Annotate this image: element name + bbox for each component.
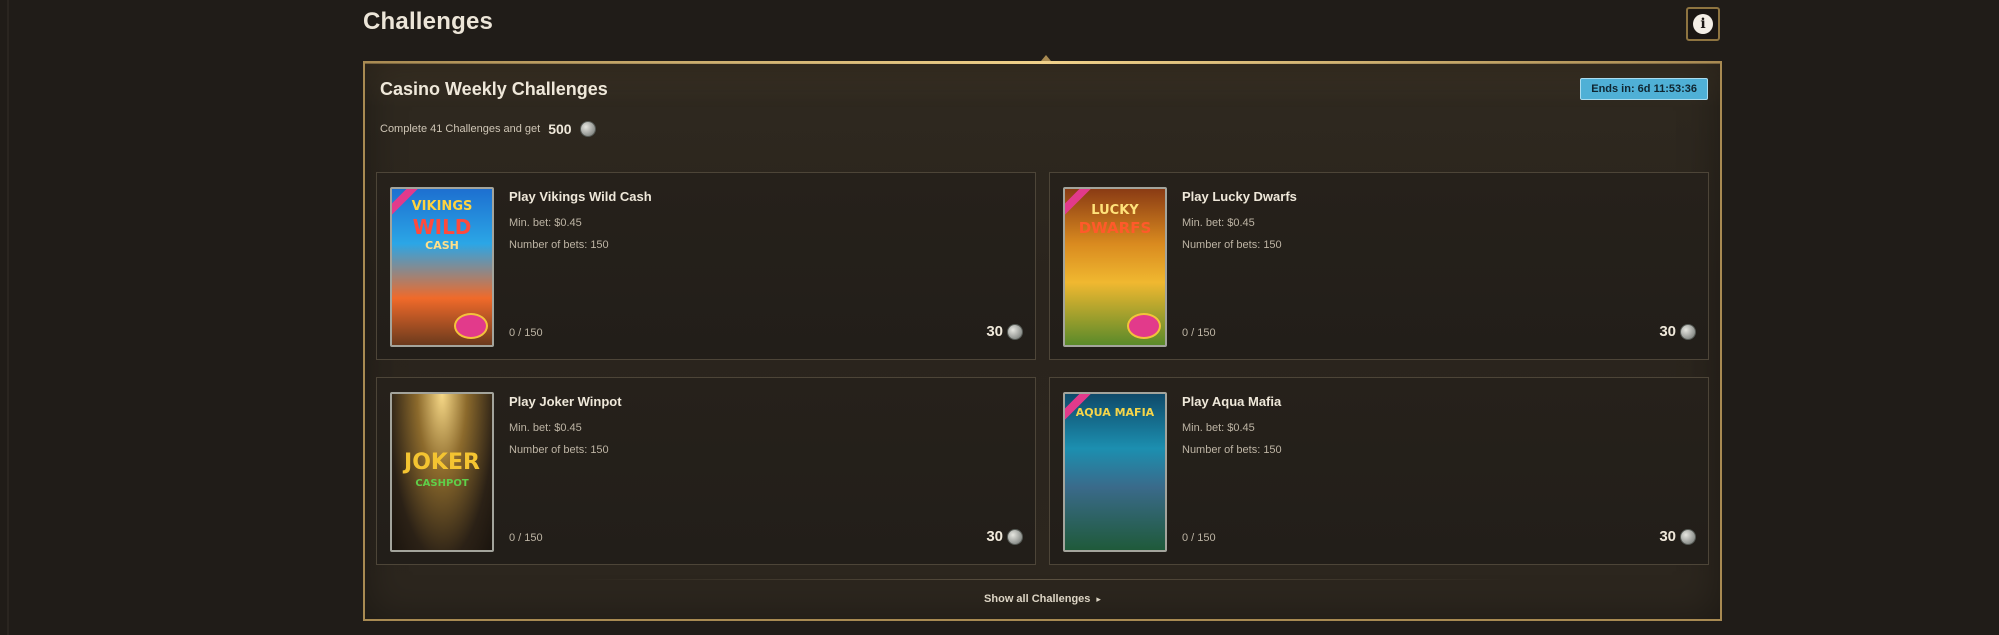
coin-icon bbox=[579, 121, 596, 137]
coin-icon bbox=[1680, 528, 1696, 545]
weekly-challenges-panel: Casino Weekly Challenges Ends in: 6d 11:… bbox=[363, 55, 1722, 621]
game-thumbnail-lucky-dwarfs[interactable]: LUCKY DWARFS bbox=[1063, 187, 1167, 347]
challenge-progress: 0 / 150 bbox=[1182, 327, 1216, 339]
show-all-label: Show all Challenges bbox=[984, 593, 1091, 605]
game-thumbnail-joker-winpot[interactable]: JOKER CASHPOT bbox=[390, 392, 494, 552]
game-thumbnail-vikings-wild-cash[interactable]: VIKINGS WILD CASH bbox=[390, 187, 494, 347]
challenge-number-of-bets: Number of bets: 150 bbox=[509, 444, 609, 456]
challenge-title: Play Aqua Mafia bbox=[1182, 394, 1282, 409]
challenge-progress: 0 / 150 bbox=[509, 327, 543, 339]
challenge-number-of-bets: Number of bets: 150 bbox=[1182, 444, 1282, 456]
panel-top-glow bbox=[365, 61, 1720, 64]
challenge-min-bet: Min. bet: $0.45 bbox=[1182, 217, 1255, 229]
reward-line: Complete 41 Challenges and get 500 bbox=[380, 121, 596, 137]
challenge-points-value: 30 bbox=[1659, 323, 1676, 340]
challenge-points-value: 30 bbox=[986, 528, 1003, 545]
panel-notch bbox=[1041, 55, 1051, 61]
info-button[interactable]: i bbox=[1686, 7, 1720, 41]
challenge-points: 30 bbox=[1659, 323, 1696, 340]
show-all-challenges-link[interactable]: Show all Challenges ▸ bbox=[365, 579, 1720, 619]
game-thumbnail-aqua-mafia[interactable]: AQUA MAFIA bbox=[1063, 392, 1167, 552]
challenge-min-bet: Min. bet: $0.45 bbox=[509, 217, 582, 229]
challenge-progress: 0 / 150 bbox=[1182, 532, 1216, 544]
challenge-title: Play Joker Winpot bbox=[509, 394, 622, 409]
info-icon: i bbox=[1693, 14, 1713, 34]
show-all-divider bbox=[568, 579, 1517, 580]
thumb-text-line-2: CASHPOT bbox=[415, 478, 469, 489]
thumb-text-line-2: DWARFS bbox=[1078, 219, 1152, 237]
panel-title: Casino Weekly Challenges bbox=[380, 79, 608, 99]
challenge-progress: 0 / 150 bbox=[509, 532, 543, 544]
thumb-text-line-1: JOKER bbox=[404, 450, 480, 475]
challenge-title: Play Vikings Wild Cash bbox=[509, 189, 652, 204]
challenge-title: Play Lucky Dwarfs bbox=[1182, 189, 1297, 204]
challenge-card-joker-winpot[interactable]: JOKER CASHPOT Play Joker Winpot Min. bet… bbox=[376, 377, 1036, 565]
challenge-number-of-bets: Number of bets: 150 bbox=[509, 239, 609, 251]
thumb-text-line-2: WILD bbox=[412, 215, 472, 239]
challenge-card-vikings-wild-cash[interactable]: VIKINGS WILD CASH Play Vikings Wild Cash… bbox=[376, 172, 1036, 360]
challenge-number-of-bets: Number of bets: 150 bbox=[1182, 239, 1282, 251]
challenge-min-bet: Min. bet: $0.45 bbox=[1182, 422, 1255, 434]
page-title: Challenges bbox=[363, 8, 494, 35]
bonus-badge bbox=[454, 313, 488, 339]
coin-icon bbox=[1007, 528, 1023, 545]
coin-icon bbox=[1680, 323, 1696, 340]
bonus-badge bbox=[1127, 313, 1161, 339]
challenge-points: 30 bbox=[986, 323, 1023, 340]
challenge-card-aqua-mafia[interactable]: AQUA MAFIA Play Aqua Mafia Min. bet: $0.… bbox=[1049, 377, 1709, 565]
challenge-min-bet: Min. bet: $0.45 bbox=[509, 422, 582, 434]
countdown-badge: Ends in: 6d 11:53:36 bbox=[1580, 78, 1708, 100]
reward-text: Complete 41 Challenges and get bbox=[380, 123, 541, 135]
coin-icon bbox=[1007, 323, 1023, 340]
challenge-points: 30 bbox=[1659, 528, 1696, 545]
challenge-points: 30 bbox=[986, 528, 1023, 545]
thumb-text-line-1: LUCKY bbox=[1091, 203, 1139, 218]
caret-right-icon: ▸ bbox=[1096, 593, 1101, 604]
challenge-card-lucky-dwarfs[interactable]: LUCKY DWARFS Play Lucky Dwarfs Min. bet:… bbox=[1049, 172, 1709, 360]
left-edge-divider bbox=[7, 0, 9, 635]
reward-amount: 500 bbox=[548, 121, 572, 137]
challenge-points-value: 30 bbox=[1659, 528, 1676, 545]
thumb-text-line-3: CASH bbox=[425, 239, 459, 252]
challenge-points-value: 30 bbox=[986, 323, 1003, 340]
thumb-text-line-1: VIKINGS bbox=[411, 199, 473, 214]
thumb-text-line-1: AQUA MAFIA bbox=[1075, 406, 1155, 419]
